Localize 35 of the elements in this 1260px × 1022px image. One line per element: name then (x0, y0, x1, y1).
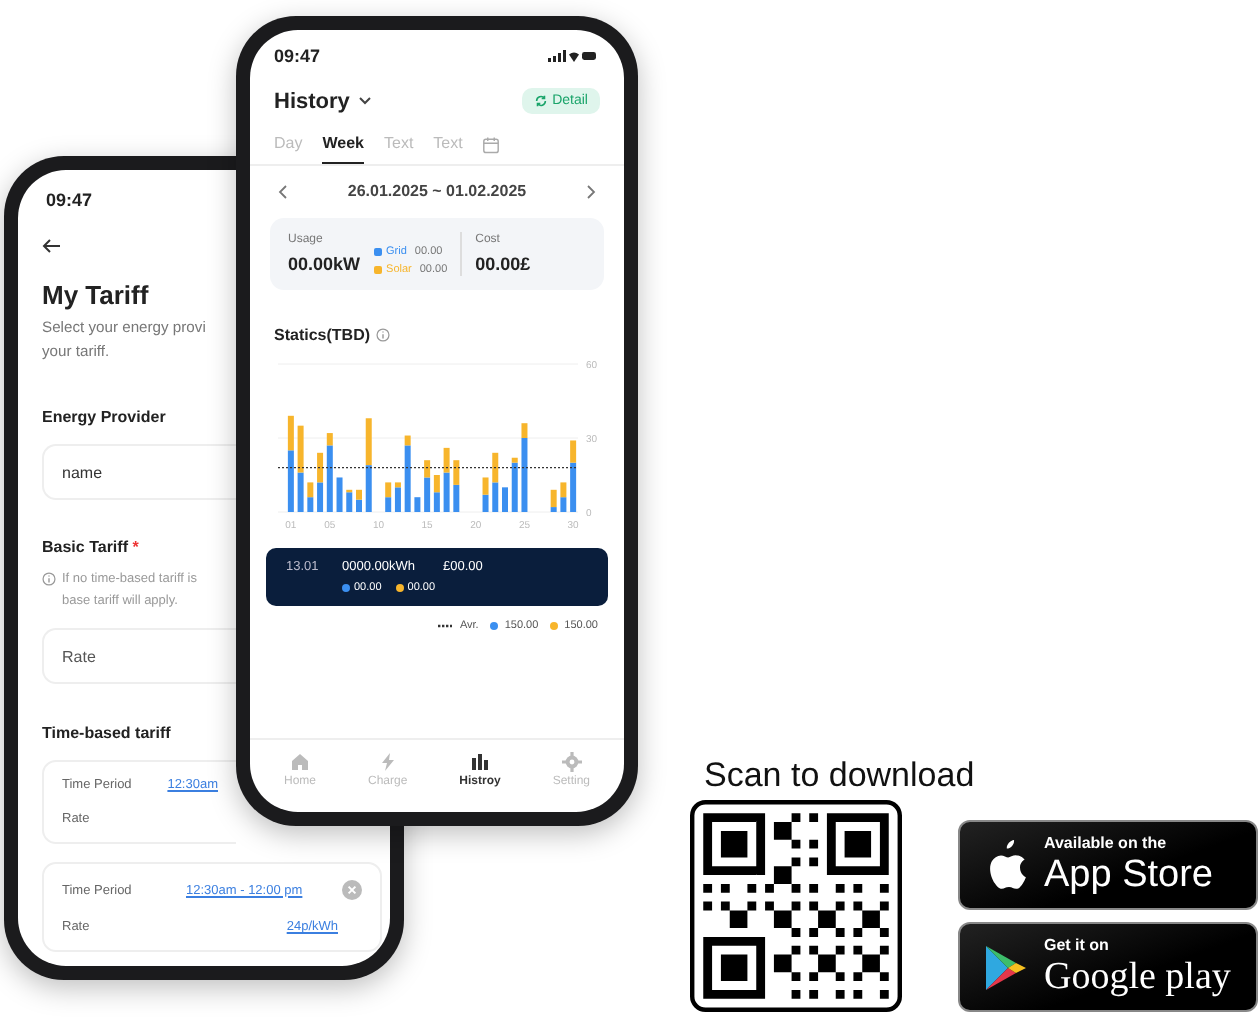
chevron-left-icon[interactable] (278, 183, 288, 199)
info-icon (42, 572, 56, 586)
bar-chart-icon (469, 752, 490, 772)
provider-field[interactable]: name (42, 444, 236, 500)
download-heading: Scan to download (704, 756, 977, 796)
chart-bar (414, 497, 421, 512)
required-mark: * (132, 538, 139, 556)
period-tab[interactable]: Week (322, 134, 364, 164)
status-icons-drawing (548, 50, 596, 62)
rate-field[interactable]: Rate (42, 628, 236, 684)
back-arrow-icon[interactable] (42, 238, 62, 254)
chart-title: Statics(TBD) (274, 326, 371, 344)
chart-bar (336, 477, 343, 512)
app-store-badge[interactable]: Available on the App Store (958, 820, 1258, 910)
page-title[interactable]: History (274, 89, 350, 113)
page-title: My Tariff (42, 280, 151, 310)
field-label: Basic Tariff (42, 538, 128, 556)
home-icon (289, 752, 310, 772)
section-title: Time-based tariff (42, 724, 171, 742)
field-label: Energy Provider (42, 408, 166, 426)
lightning-icon (377, 752, 398, 772)
cost-value: 00.00£ (475, 254, 531, 274)
gear-icon (561, 752, 582, 772)
usage-value: 00.00kW (288, 254, 361, 274)
chevron-right-icon[interactable] (585, 183, 596, 199)
average-line-icon (437, 624, 452, 628)
chart-bar (502, 487, 508, 512)
chevron-down-icon[interactable] (357, 96, 372, 106)
google-play-badge[interactable]: Get it on Google play (958, 922, 1258, 1012)
status-time: 09:47 (46, 190, 93, 210)
status-time: 09:47 (274, 46, 321, 66)
calendar-icon[interactable] (482, 135, 501, 153)
info-icon (376, 328, 391, 342)
date-range: 26.01.2025 ~ 01.02.2025 (347, 182, 527, 200)
refresh-icon (534, 94, 549, 108)
